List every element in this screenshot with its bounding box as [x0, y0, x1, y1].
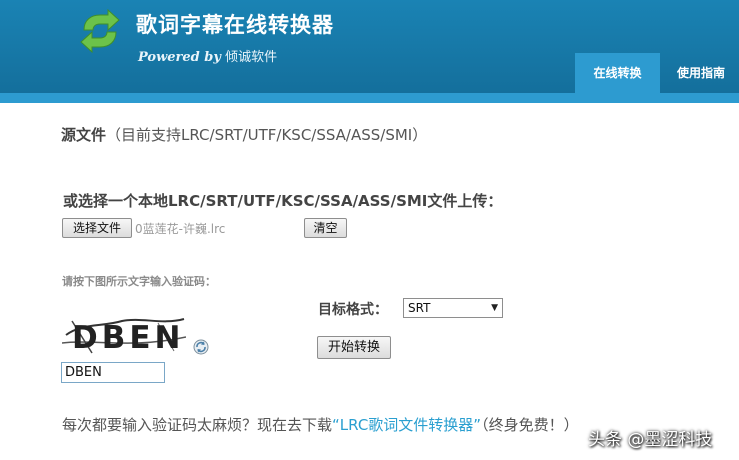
- app-title: 歌词字幕在线转换器: [136, 13, 334, 37]
- source-file-label: 源文件: [61, 126, 107, 144]
- captcha-text: DBEN: [72, 320, 184, 356]
- vendor-name: 倾诚软件: [225, 50, 278, 65]
- powered-by: Powered by 倾诚软件: [138, 46, 277, 65]
- captcha-label: 请按下图所示文字输入验证码：: [62, 275, 216, 288]
- download-note-suffix: （终身免费！）: [481, 416, 579, 434]
- captcha-image: DBEN: [62, 313, 186, 359]
- download-converter-link[interactable]: “LRC歌词文件转换器”: [332, 416, 481, 434]
- supported-formats: （目前支持LRC/SRT/UTF/KSC/SSA/ASS/SMI）: [106, 126, 428, 144]
- powered-by-label: Powered by: [138, 50, 221, 65]
- watermark: 头条 @墨涩科技: [588, 430, 713, 450]
- tab-online-convert[interactable]: 在线转换: [575, 53, 660, 93]
- header-accent-strip: [0, 93, 739, 103]
- refresh-icon[interactable]: [193, 339, 209, 355]
- selected-file-name: 0蓝莲花-许巍.lrc: [135, 222, 226, 236]
- download-note: 每次都要输入验证码太麻烦？现在去下载“LRC歌词文件转换器”（终身免费！）: [62, 414, 579, 435]
- download-note-prefix: 每次都要输入验证码太麻烦？现在去下载: [62, 416, 333, 434]
- target-format-value: SRT: [408, 301, 431, 315]
- clear-button[interactable]: 清空: [304, 218, 347, 238]
- target-format-label: 目标格式：: [318, 302, 388, 318]
- tab-user-guide[interactable]: 使用指南: [662, 53, 739, 93]
- refresh-arrows-icon: [80, 8, 120, 54]
- upload-title: 或选择一个本地LRC/SRT/UTF/KSC/SSA/ASS/SMI文件上传：: [63, 192, 503, 210]
- target-format-select[interactable]: SRT ▼: [403, 298, 503, 318]
- source-file-title: 源文件（目前支持LRC/SRT/UTF/KSC/SSA/ASS/SMI）: [61, 124, 427, 145]
- start-convert-button[interactable]: 开始转换: [317, 336, 391, 359]
- choose-file-button[interactable]: 选择文件: [62, 218, 132, 238]
- chevron-down-icon: ▼: [491, 303, 498, 313]
- captcha-input[interactable]: [61, 362, 165, 383]
